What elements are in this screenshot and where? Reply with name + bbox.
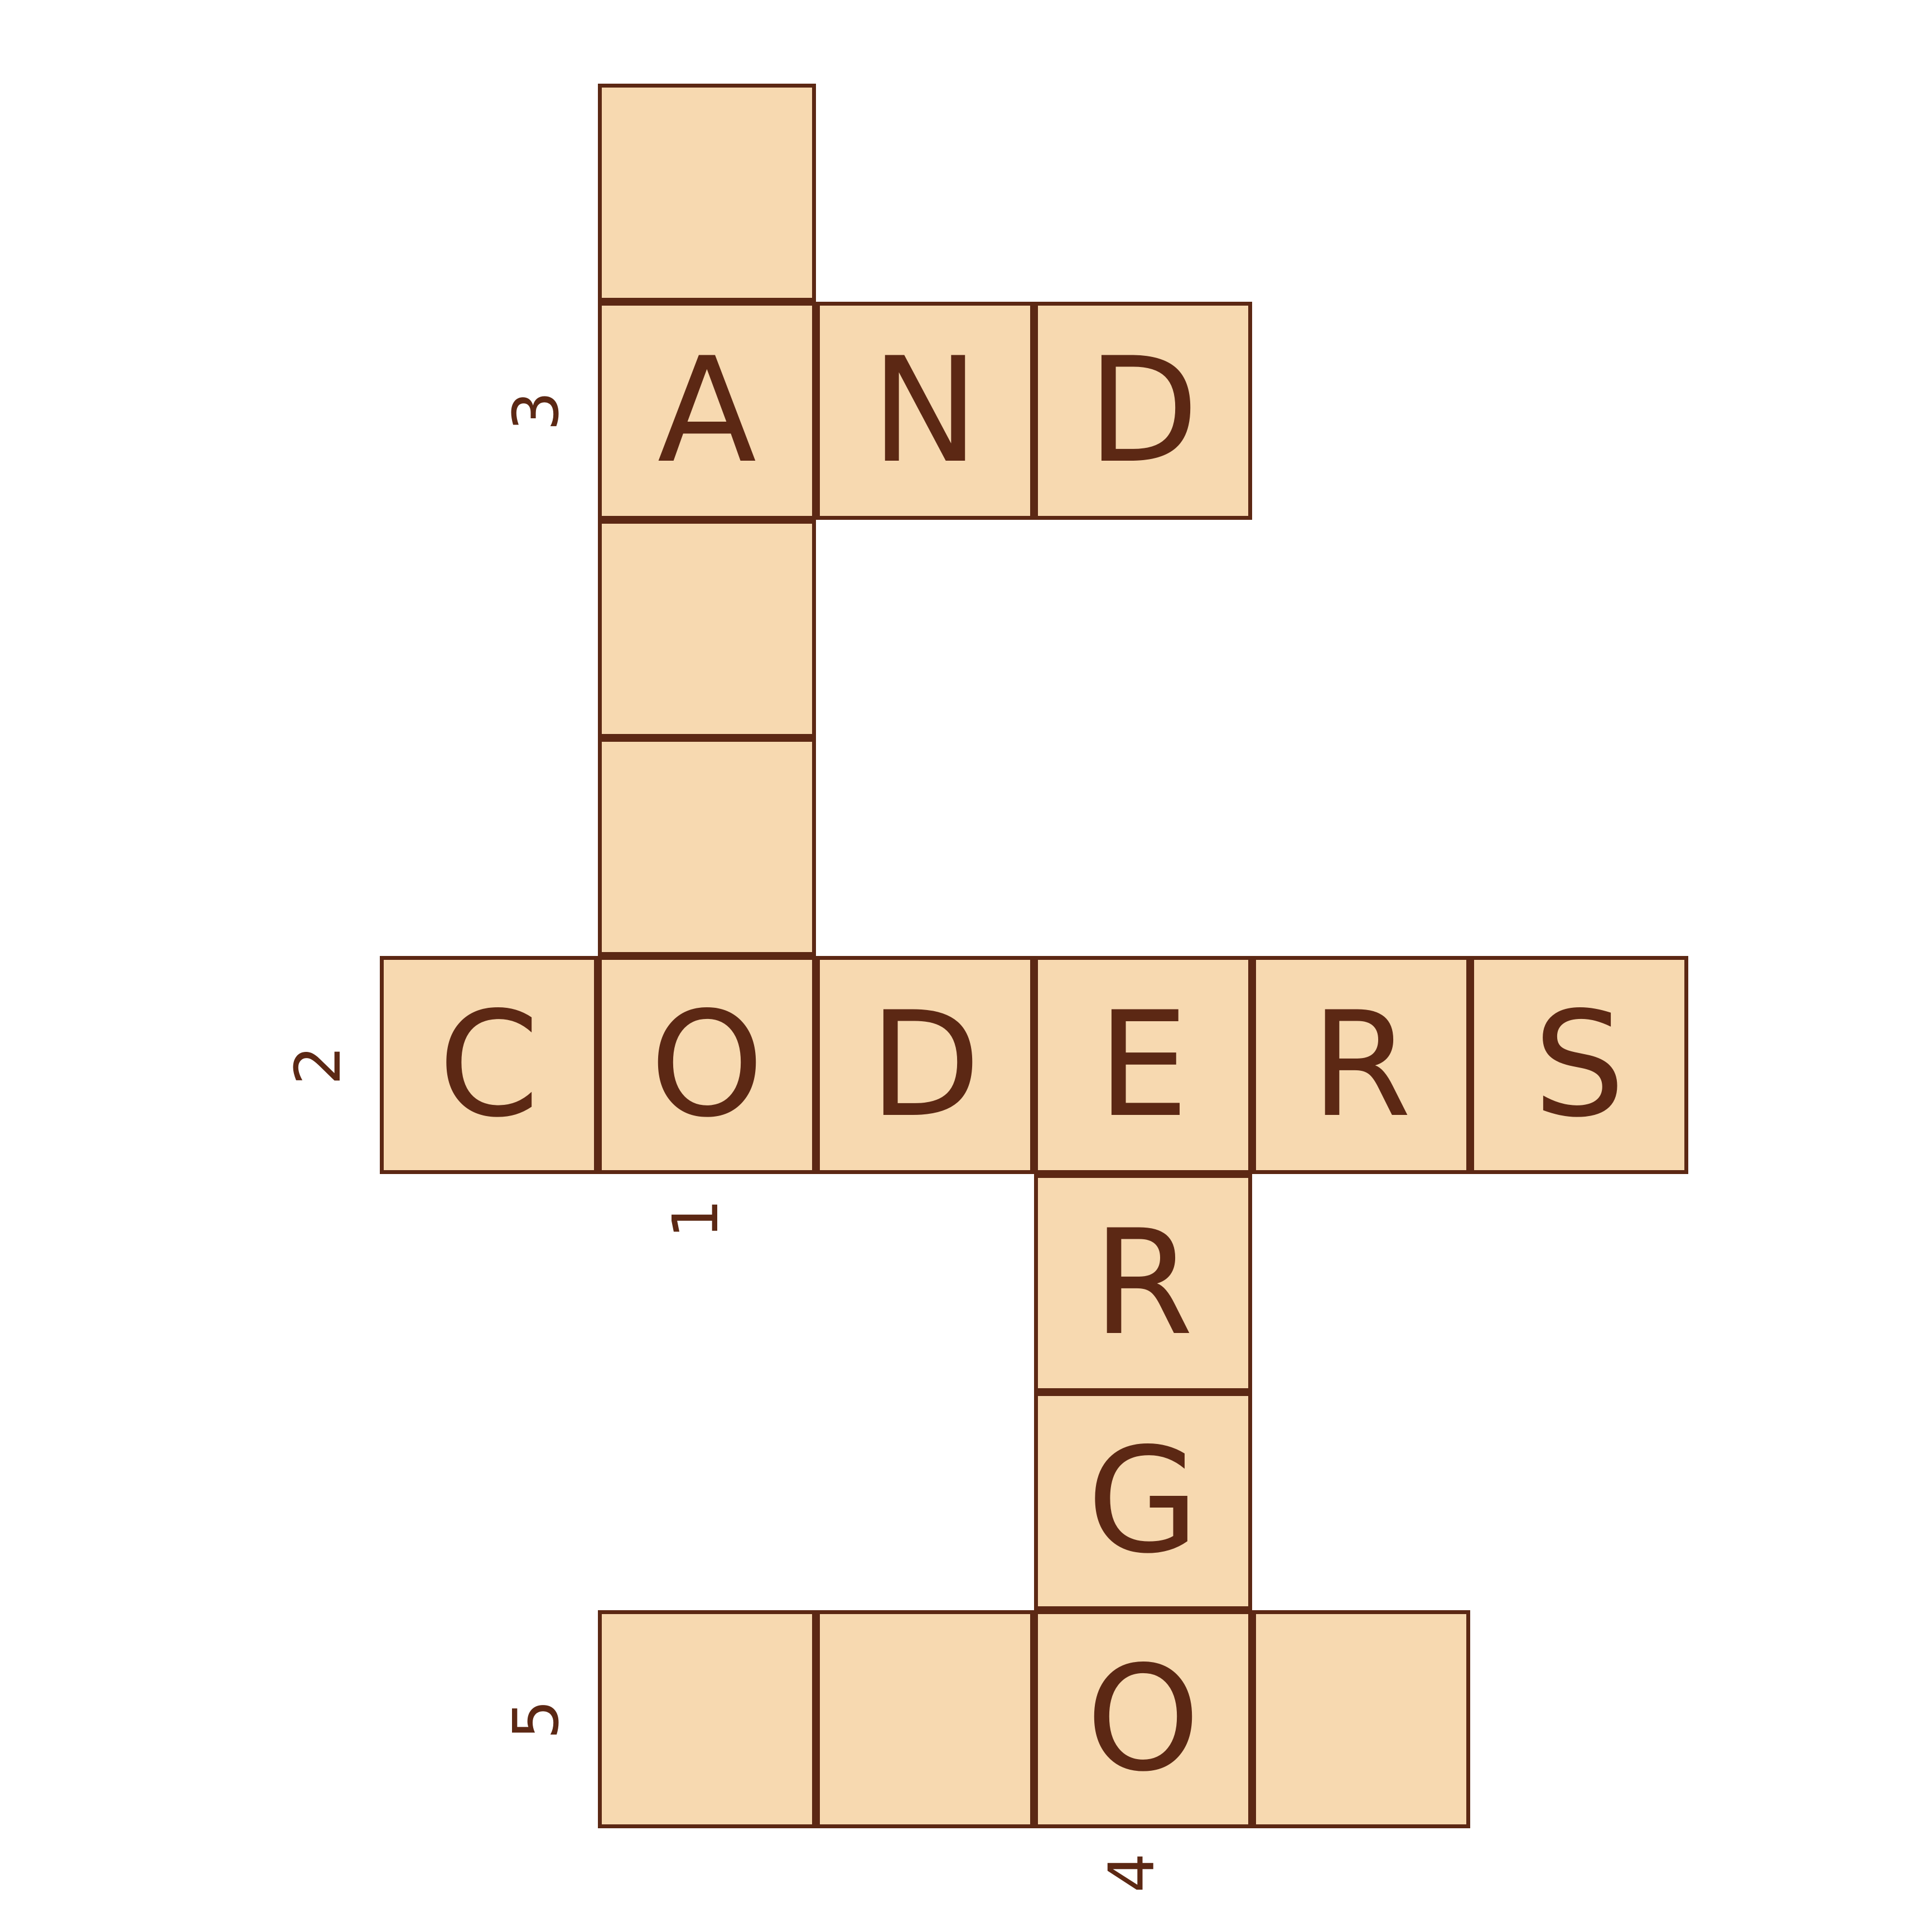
cell-letter: O xyxy=(1086,1635,1200,1804)
cell-letter: G xyxy=(1086,1417,1200,1586)
crossword-cell[interactable]: O xyxy=(598,956,816,1174)
crossword-cell[interactable] xyxy=(598,1610,816,1828)
crossword-cell[interactable]: S xyxy=(1470,956,1688,1174)
crossword-cell[interactable]: D xyxy=(1034,302,1252,520)
clue-number-4: 4 xyxy=(1095,1853,1168,1893)
cell-letter: O xyxy=(650,981,764,1149)
crossword-cell[interactable]: A xyxy=(598,302,816,520)
cell-letter: R xyxy=(1093,1199,1194,1368)
crossword-cell[interactable] xyxy=(598,84,816,302)
crossword-cell[interactable]: O xyxy=(1034,1610,1252,1828)
crossword-cell[interactable] xyxy=(598,738,816,956)
cell-letter: D xyxy=(1087,326,1199,495)
clue-number-1: 1 xyxy=(659,1199,732,1239)
crossword-cell[interactable]: N xyxy=(816,302,1034,520)
crossword-cell[interactable] xyxy=(1252,1610,1470,1828)
crossword-cell[interactable]: R xyxy=(1034,1174,1252,1392)
clue-number-5: 5 xyxy=(500,1699,573,1740)
cell-letter: E xyxy=(1097,981,1189,1149)
cell-letter: A xyxy=(657,326,757,495)
crossword-cell[interactable]: C xyxy=(380,956,598,1174)
crossword-cell[interactable]: D xyxy=(816,956,1034,1174)
cell-letter: S xyxy=(1533,981,1626,1149)
crossword-board: ANDCODERSRGO12345 xyxy=(0,0,1932,1932)
crossword-cell[interactable]: R xyxy=(1252,956,1470,1174)
cell-letter: D xyxy=(869,981,981,1149)
crossword-cell[interactable] xyxy=(598,520,816,738)
clue-number-2: 2 xyxy=(282,1045,355,1085)
crossword-cell[interactable]: G xyxy=(1034,1392,1252,1610)
crossword-cell[interactable] xyxy=(816,1610,1034,1828)
cell-letter: R xyxy=(1311,981,1412,1149)
cell-letter: N xyxy=(871,326,979,495)
crossword-cell[interactable]: E xyxy=(1034,956,1252,1174)
clue-number-3: 3 xyxy=(500,390,573,431)
cell-letter: C xyxy=(438,981,540,1149)
